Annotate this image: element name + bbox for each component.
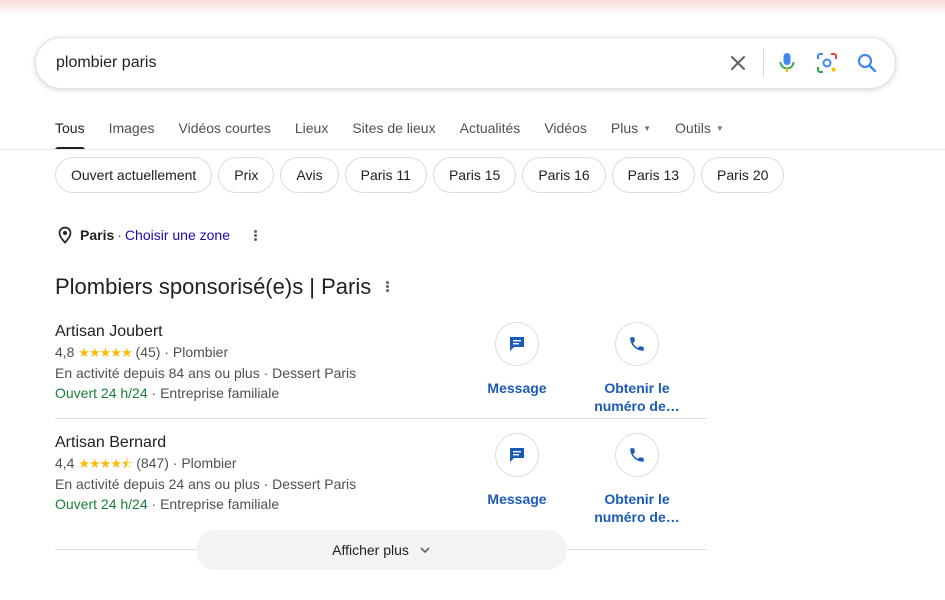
business-attribute: · Entreprise familiale xyxy=(147,385,280,401)
mic-icon[interactable] xyxy=(775,51,799,75)
caret-down-icon: ▼ xyxy=(643,124,652,133)
call-label[interactable]: Obtenir le numéro de… xyxy=(582,490,692,526)
tab-sites-de-lieux[interactable]: Sites de lieux xyxy=(352,118,435,150)
tab-outils[interactable]: Outils ▼ xyxy=(675,118,724,150)
open-status: Ouvert 24 h/24 xyxy=(55,385,148,401)
search-divider xyxy=(763,48,764,78)
tab-videos-courtes[interactable]: Vidéos courtes xyxy=(179,118,271,150)
search-icon[interactable] xyxy=(855,51,879,75)
tab-label: Lieux xyxy=(294,120,329,136)
show-more-button[interactable]: Afficher plus xyxy=(196,530,567,570)
location-separator: · xyxy=(117,227,122,243)
caret-down-icon: ▼ xyxy=(715,124,724,133)
message-icon[interactable] xyxy=(495,322,539,366)
star-rating-icon: ★★★★⯪ xyxy=(78,456,133,471)
call-label-line: numéro de… xyxy=(594,509,680,525)
tab-label: Plus xyxy=(610,120,639,136)
location-bar: Paris · Choisir une zone xyxy=(56,226,230,244)
chip-paris-13[interactable]: Paris 13 xyxy=(611,157,696,193)
message-button[interactable]: Message xyxy=(462,433,572,508)
tab-videos[interactable]: Vidéos xyxy=(544,118,587,150)
call-label-line: Obtenir le xyxy=(604,491,670,507)
tab-actualites[interactable]: Actualités xyxy=(460,118,521,150)
chip-avis[interactable]: Avis xyxy=(280,157,339,193)
tab-label: Tous xyxy=(55,120,85,136)
phone-icon[interactable] xyxy=(615,322,659,366)
message-label[interactable]: Message xyxy=(462,379,572,397)
tab-tous[interactable]: Tous xyxy=(55,118,85,150)
show-more-label: Afficher plus xyxy=(332,542,409,558)
search-input[interactable]: plombier paris xyxy=(56,54,156,72)
tab-label: Actualités xyxy=(459,120,521,136)
lens-icon[interactable] xyxy=(815,51,839,75)
tabs-divider xyxy=(0,149,945,150)
open-status: Ouvert 24 h/24 xyxy=(55,496,148,512)
star-rating-icon: ★★★★★ xyxy=(78,345,132,360)
message-label[interactable]: Message xyxy=(462,490,572,508)
chip-paris-15[interactable]: Paris 15 xyxy=(432,157,517,193)
chip-prix[interactable]: Prix xyxy=(218,157,275,193)
choose-zone-link[interactable]: Choisir une zone xyxy=(125,227,230,243)
business-category: · Plombier xyxy=(164,344,229,360)
search-box[interactable]: plombier paris xyxy=(35,37,896,89)
section-title: Plombiers sponsorisé(e)s | Paris xyxy=(55,274,372,299)
review-count: (847) xyxy=(136,455,169,471)
location-city: Paris xyxy=(80,227,115,243)
chip-paris-11[interactable]: Paris 11 xyxy=(344,157,427,193)
call-label[interactable]: Obtenir le numéro de… xyxy=(582,379,692,415)
chip-paris-20[interactable]: Paris 20 xyxy=(701,157,785,193)
tab-images[interactable]: Images xyxy=(109,118,155,150)
business-listing[interactable]: Artisan Bernard 4,4 ★★★★⯪ (847) · Plombi… xyxy=(55,433,707,526)
more-vert-icon[interactable] xyxy=(385,281,389,292)
filter-chips: Ouvert actuellement Prix Avis Paris 11 P… xyxy=(55,157,790,193)
rating-value: 4,8 xyxy=(55,344,75,360)
tab-label: Sites de lieux xyxy=(352,120,436,136)
chip-ouvert-actuellement[interactable]: Ouvert actuellement xyxy=(55,157,213,193)
location-pin-icon xyxy=(58,226,72,244)
close-icon[interactable] xyxy=(726,51,750,75)
tab-label: Vidéos courtes xyxy=(178,120,271,136)
review-count: (45) xyxy=(135,344,161,360)
business-attribute: · Entreprise familiale xyxy=(147,496,280,512)
tab-label: Images xyxy=(108,120,155,136)
message-button[interactable]: Message xyxy=(462,322,572,397)
chip-paris-16[interactable]: Paris 16 xyxy=(522,157,606,193)
search-tabs: Tous Images Vidéos courtes Lieux Sites d… xyxy=(55,118,748,150)
tab-plus[interactable]: Plus ▼ xyxy=(611,118,651,150)
call-button[interactable]: Obtenir le numéro de… xyxy=(582,322,692,415)
business-category: · Plombier xyxy=(172,455,237,471)
chevron-down-icon xyxy=(420,547,430,554)
business-listing[interactable]: Artisan Joubert 4,8 ★★★★★ (45) · Plombie… xyxy=(55,322,707,419)
top-gradient xyxy=(0,0,945,14)
call-label-line: numéro de… xyxy=(594,398,680,414)
rating-value: 4,4 xyxy=(55,455,75,471)
tab-lieux[interactable]: Lieux xyxy=(295,118,328,150)
message-icon[interactable] xyxy=(495,433,539,477)
tab-label: Vidéos xyxy=(544,120,587,136)
phone-icon[interactable] xyxy=(615,433,659,477)
call-button[interactable]: Obtenir le numéro de… xyxy=(582,433,692,526)
tab-label: Outils xyxy=(675,120,711,136)
more-vert-icon[interactable] xyxy=(253,230,257,241)
call-label-line: Obtenir le xyxy=(604,380,670,396)
